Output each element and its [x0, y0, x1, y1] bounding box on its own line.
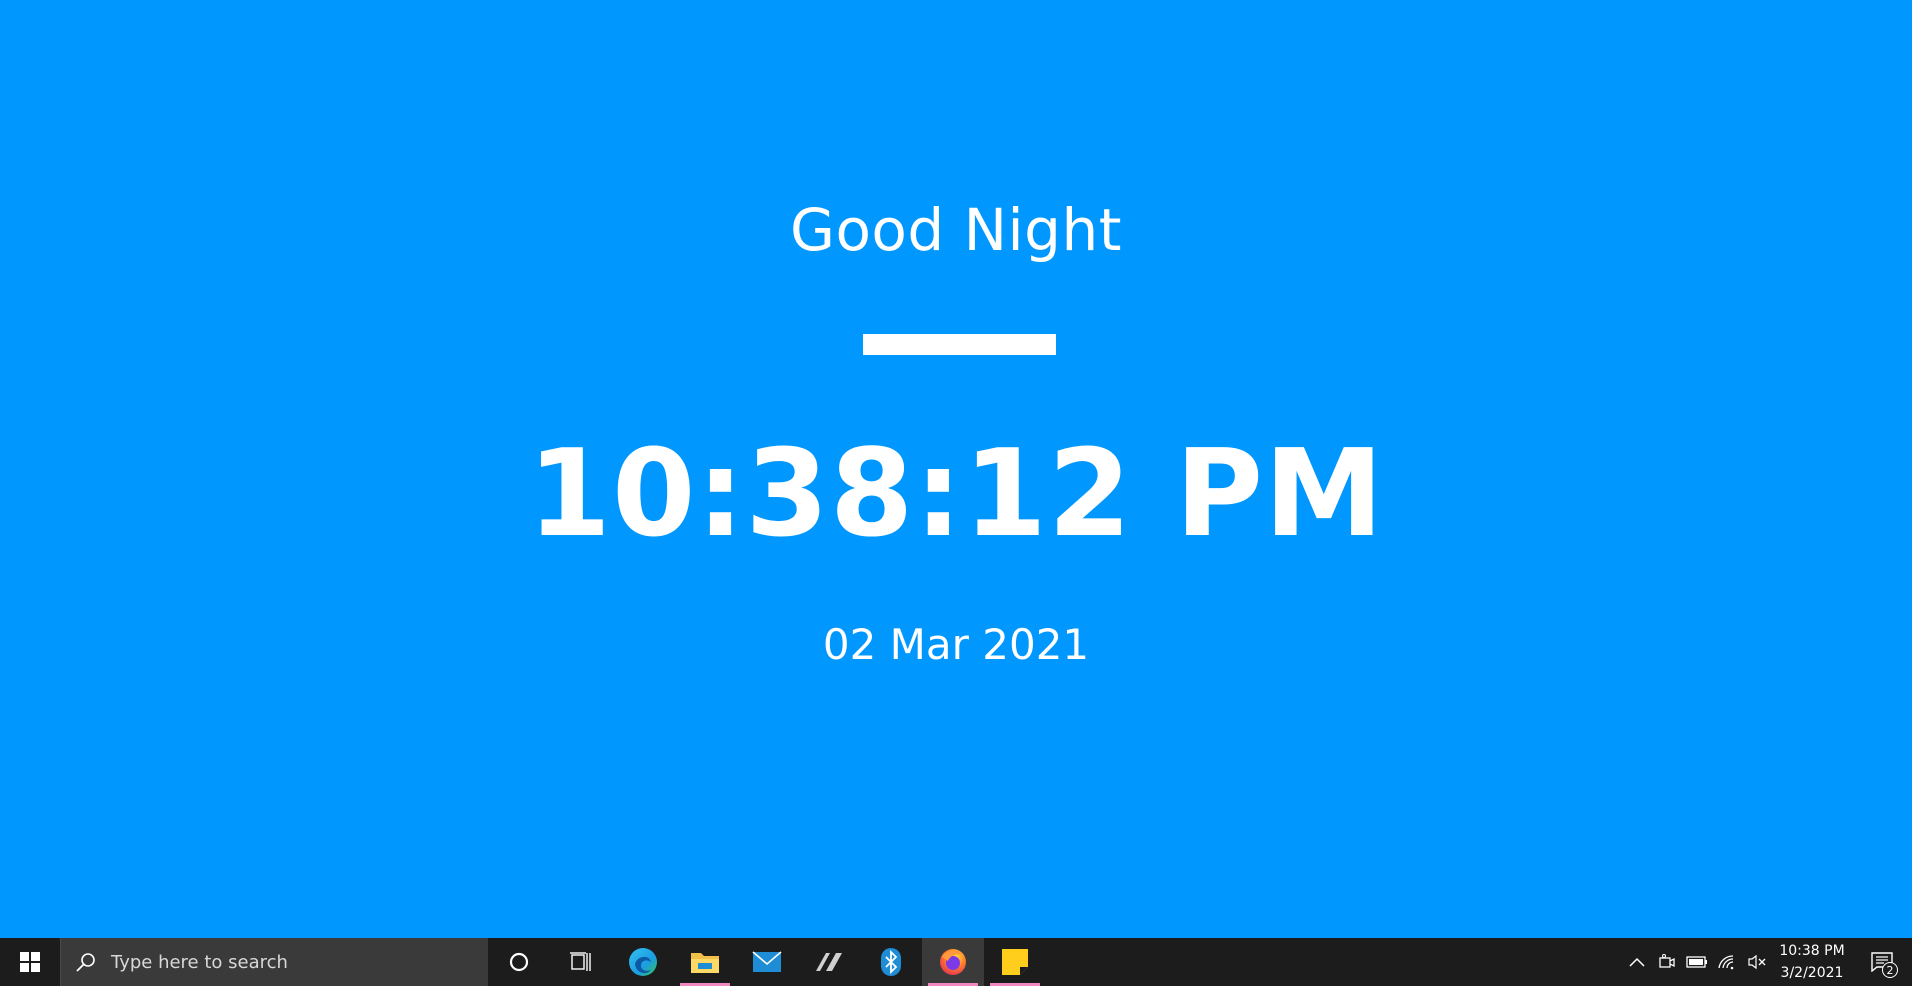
clock-date: 02 Mar 2021: [822, 620, 1090, 669]
start-button[interactable]: [0, 938, 60, 986]
show-hidden-icons-button[interactable]: [1622, 938, 1652, 986]
wifi-icon: [1718, 955, 1734, 970]
taskbar: Type here to search 10:38 PM 3/2/2021 2: [0, 938, 1912, 986]
folder-icon: [691, 953, 719, 973]
sticky-notes-icon: [1002, 949, 1028, 975]
greeting-text: Good Night: [790, 196, 1122, 264]
network-button[interactable]: [1712, 938, 1742, 986]
cortana-button[interactable]: [488, 938, 550, 986]
edge-icon: [629, 948, 657, 976]
meet-now-button[interactable]: [1652, 938, 1682, 986]
taskbar-file-explorer[interactable]: [674, 938, 736, 986]
bluetooth-icon: [881, 948, 901, 976]
firefox-icon: [940, 949, 966, 975]
tray-date: 3/2/2021: [1780, 965, 1844, 981]
cortana-circle-icon: [509, 952, 529, 972]
meet-now-icon: [1659, 954, 1675, 968]
taskbar-sticky-notes[interactable]: [984, 938, 1046, 986]
volume-muted-icon: [1748, 954, 1766, 970]
notification-count-badge: 2: [1882, 962, 1898, 978]
search-placeholder: Type here to search: [111, 951, 288, 973]
volume-button[interactable]: [1742, 938, 1772, 986]
clock-time: 10:38:12 PM: [527, 425, 1385, 564]
battery-icon: [1686, 956, 1707, 968]
tray-clock[interactable]: 10:38 PM 3/2/2021: [1772, 938, 1852, 986]
task-view-icon: [570, 952, 591, 971]
mail-icon: [752, 951, 782, 972]
clock-app-window: Good Night 10:38:12 PM 02 Mar 2021: [0, 0, 1912, 938]
divider-bar: [863, 334, 1056, 355]
battery-button[interactable]: [1682, 938, 1712, 986]
taskbar-search-box[interactable]: Type here to search: [60, 938, 488, 986]
taskbar-mail[interactable]: [736, 938, 798, 986]
slash-app-icon: [816, 953, 842, 971]
taskbar-slash-app[interactable]: [798, 938, 860, 986]
windows-logo-icon: [20, 952, 40, 972]
action-center-button[interactable]: 2: [1852, 938, 1912, 986]
taskbar-bluetooth[interactable]: [860, 938, 922, 986]
taskbar-edge[interactable]: [612, 938, 674, 986]
taskbar-firefox[interactable]: [922, 938, 984, 986]
search-icon: [76, 953, 95, 972]
task-view-button[interactable]: [550, 938, 612, 986]
tray-time: 10:38 PM: [1779, 943, 1845, 959]
screen: Good Night 10:38:12 PM 02 Mar 2021 Type …: [0, 0, 1912, 986]
chevron-up-icon: [1629, 957, 1645, 967]
